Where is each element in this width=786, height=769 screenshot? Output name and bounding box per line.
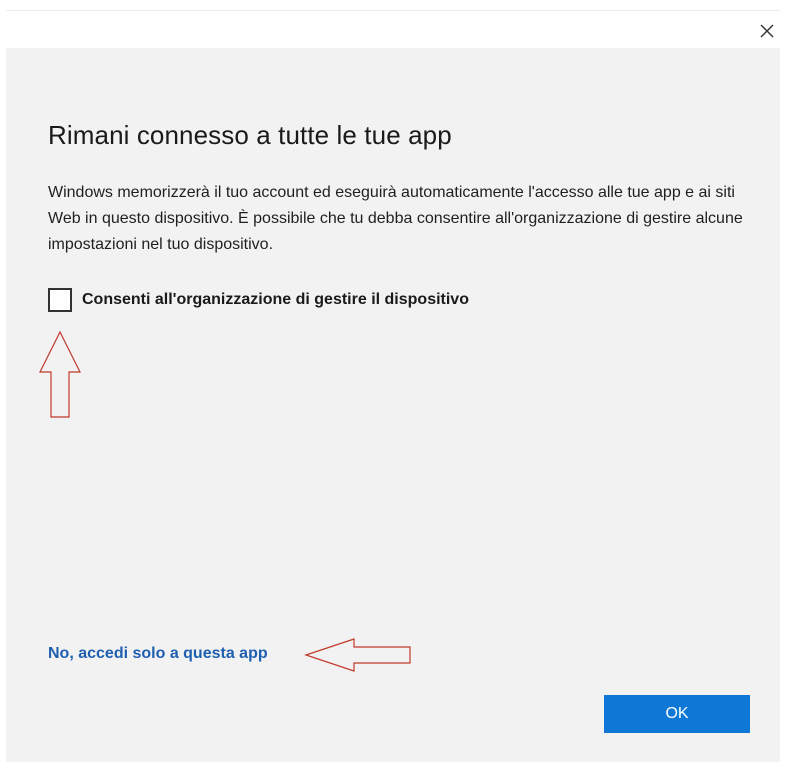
dialog-description: Windows memorizzerà il tuo account ed es… xyxy=(48,184,743,253)
dialog-content-panel: Rimani connesso a tutte le tue app Windo… xyxy=(6,48,780,762)
sign-in-this-app-only-link[interactable]: No, accedi solo a questa app xyxy=(48,645,268,663)
dialog-window: Rimani connesso a tutte le tue app Windo… xyxy=(0,0,786,769)
close-icon xyxy=(760,24,774,38)
manage-device-checkbox-label: Consenti all'organizzazione di gestire i… xyxy=(82,291,469,308)
manage-device-checkbox[interactable] xyxy=(48,288,72,312)
annotation-arrow-left-icon xyxy=(304,638,411,672)
dialog-title: Rimani connesso a tutte le tue app xyxy=(48,120,452,150)
close-button[interactable] xyxy=(752,18,782,44)
annotation-arrow-up-icon xyxy=(39,330,81,418)
title-bar-divider xyxy=(6,10,780,11)
manage-device-checkbox-row[interactable]: Consenti all'organizzazione di gestire i… xyxy=(48,288,469,312)
ok-button[interactable]: OK xyxy=(604,695,750,733)
